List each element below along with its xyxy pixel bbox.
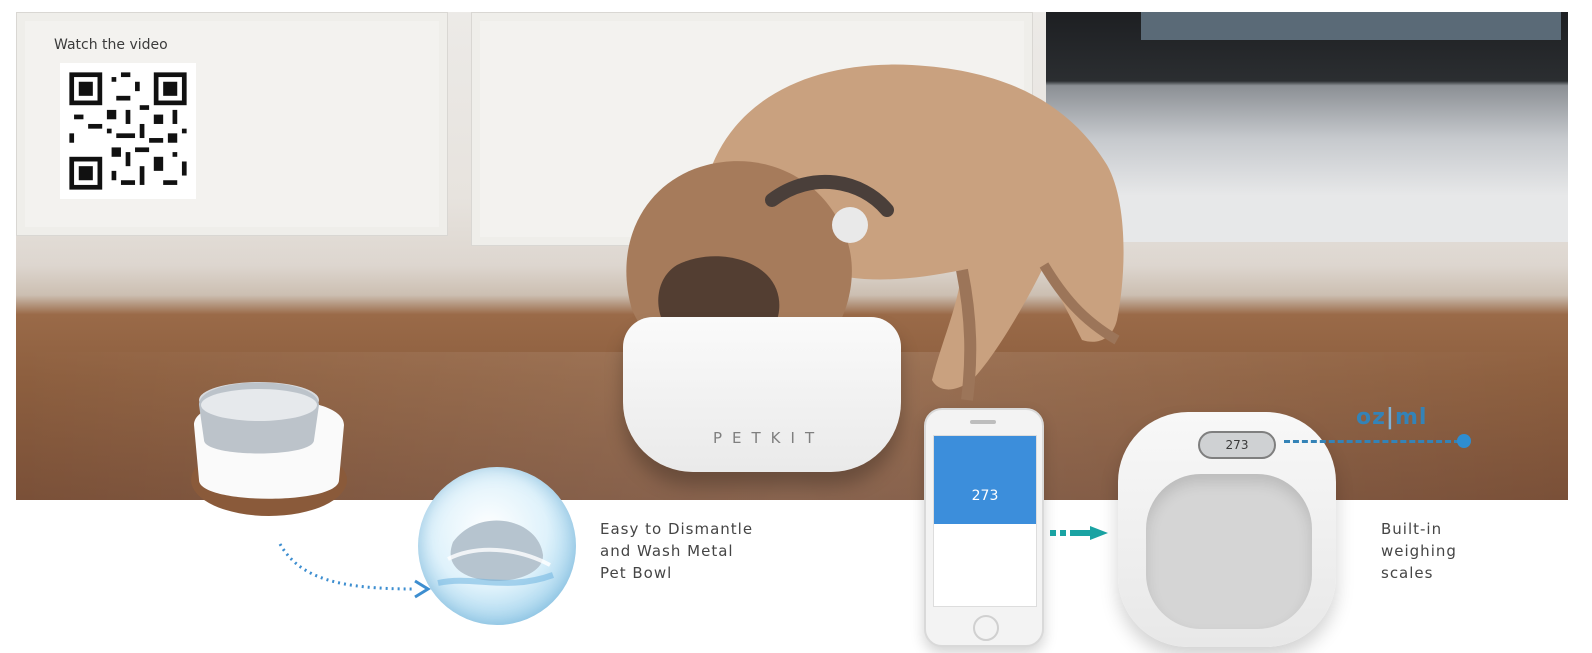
app-screen-header: 273 [934, 436, 1036, 524]
dotted-arrow-icon [278, 543, 431, 599]
weighing-feature-text: Built-in weighing scales [1381, 518, 1457, 584]
weighing-line-2: weighing [1381, 542, 1457, 560]
dismantle-line-3: Pet Bowl [600, 564, 673, 582]
unit-ml: ml [1394, 405, 1428, 430]
washing-bowl-bubble [418, 467, 576, 625]
weighing-line-1: Built-in [1381, 520, 1443, 538]
smartphone-app: 273 [924, 408, 1044, 647]
phone-home-button [973, 615, 999, 641]
scale-bowl-inner [1146, 474, 1312, 629]
oven-window [1141, 12, 1561, 40]
unit-labels: oz|ml [1356, 405, 1427, 430]
dismantle-line-1: Easy to Dismantle [600, 520, 754, 538]
teal-arrow-icon [1050, 526, 1108, 540]
app-weight-value: 273 [971, 488, 999, 504]
app-screen: 273 [933, 435, 1037, 607]
separated-bowl-illustration [191, 382, 347, 516]
dismantle-feature-text: Easy to Dismantle and Wash Metal Pet Bow… [600, 518, 753, 584]
video-qr-code[interactable] [60, 63, 196, 199]
unit-separator: | [1385, 405, 1395, 430]
phone-speaker [970, 420, 996, 424]
metal-bowl-in-water-icon [437, 520, 555, 586]
scale-pointer-line [1284, 440, 1460, 443]
qr-code-icon [60, 63, 196, 199]
dismantle-line-2: and Wash Metal [600, 542, 734, 560]
features-strip [0, 500, 1592, 653]
petkit-food-bowl: PETKIT [623, 317, 901, 472]
scale-display: 273 [1198, 431, 1276, 459]
weighing-line-3: scales [1381, 564, 1434, 582]
unit-oz: oz [1356, 405, 1386, 430]
petkit-brand-text: PETKIT [713, 429, 825, 447]
scale-pointer-dot [1457, 434, 1471, 448]
smart-scale-bowl: 273 [1118, 412, 1336, 647]
watch-video-label: Watch the video [54, 37, 168, 53]
